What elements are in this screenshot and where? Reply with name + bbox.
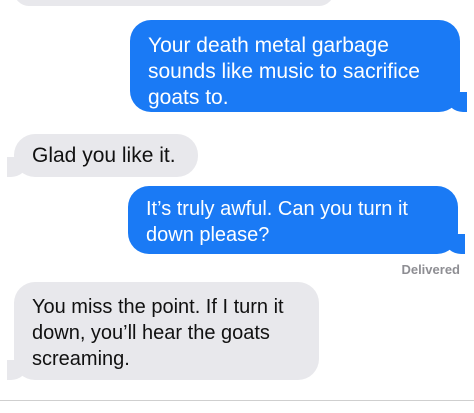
bubble-tail [0, 360, 27, 380]
sent-message-bubble: It’s truly awful. Can you turn it down p… [128, 186, 474, 254]
message-thread: Your death metal garbage sounds like mus… [0, 0, 474, 413]
message-text: You miss the point. If I turn it down, y… [32, 296, 284, 370]
received-message-bubble: Glad you like it. [0, 134, 198, 177]
bubble-tail [0, 157, 27, 177]
received-message-bubble: You miss the point. If I turn it down, y… [0, 282, 319, 380]
delivered-status: Delivered [401, 262, 460, 277]
message-text: Glad you like it. [32, 144, 176, 167]
bubble-tail [447, 92, 474, 112]
bubble-tail [445, 234, 474, 254]
divider [0, 400, 474, 401]
message-text: It’s truly awful. Can you turn it down p… [146, 198, 408, 246]
sent-message-bubble: Your death metal garbage sounds like mus… [130, 20, 474, 112]
previous-message-bubble [14, 0, 334, 6]
message-text: Your death metal garbage sounds like mus… [148, 34, 420, 109]
